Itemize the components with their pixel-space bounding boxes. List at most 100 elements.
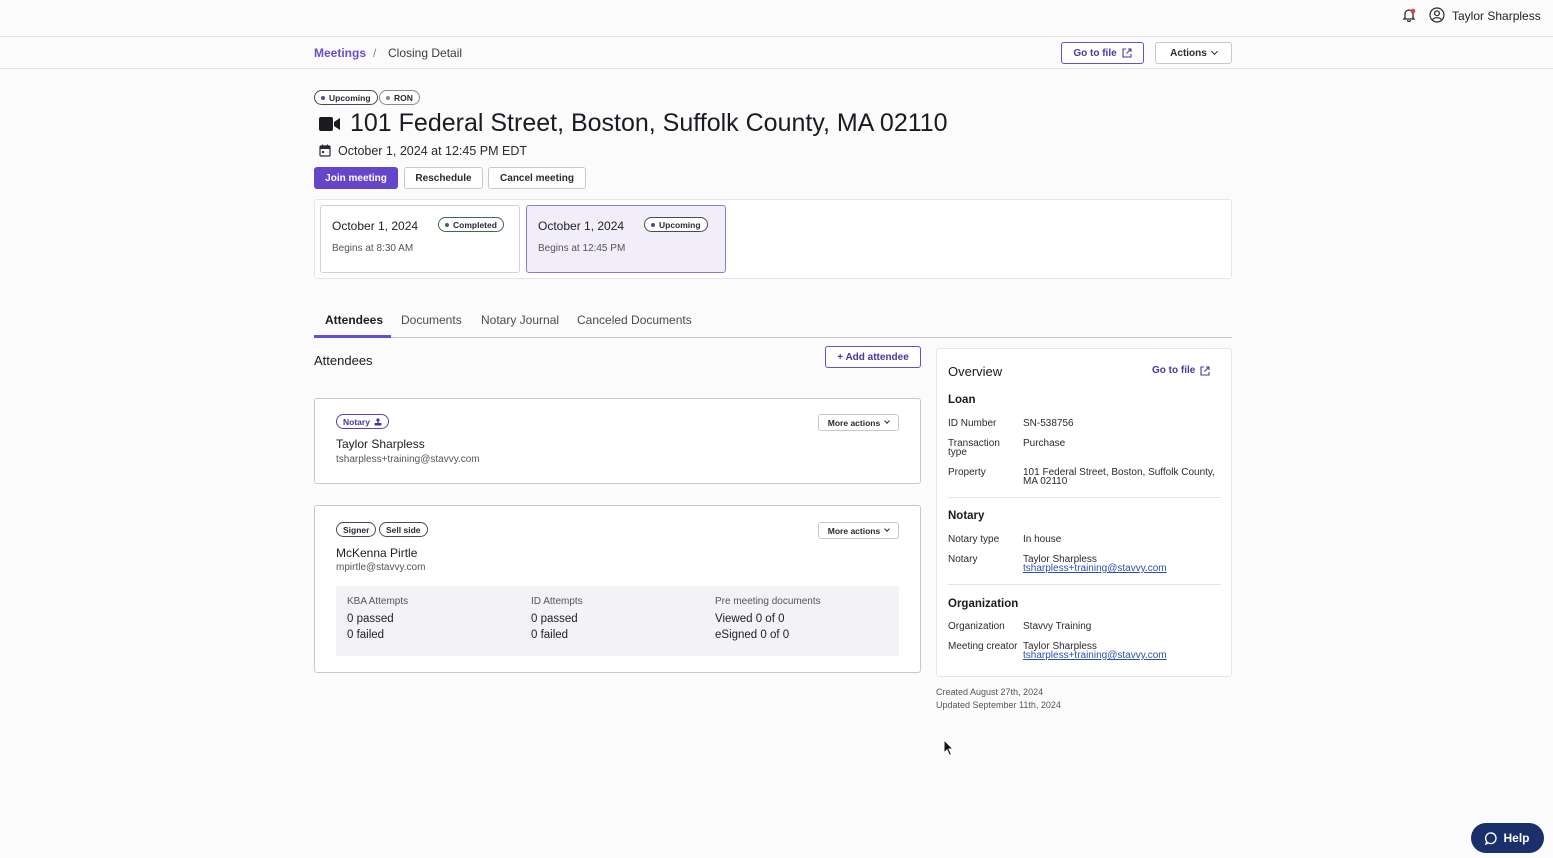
session-card-1[interactable]: October 1, 2024 Completed Begins at 8:30… bbox=[320, 205, 520, 273]
tab-bar: Attendees Documents Notary Journal Cance… bbox=[314, 306, 1232, 338]
attendee-email: mpirtle@stavvy.com bbox=[336, 562, 426, 573]
meeting-creator-value: Taylor Sharpless tsharpless+training@sta… bbox=[1023, 642, 1223, 661]
attendee-name: Taylor Sharpless bbox=[336, 437, 425, 451]
breadcrumb-separator: / bbox=[373, 46, 377, 60]
overview-panel: Overview Go to file Loan ID Number SN-53… bbox=[936, 348, 1232, 677]
divider bbox=[948, 497, 1221, 498]
status-dot-icon bbox=[651, 222, 655, 227]
notary-heading: Notary bbox=[948, 510, 985, 522]
property-value: 101 Federal Street, Boston, Suffolk Coun… bbox=[1023, 467, 1215, 487]
created-date: Created August 27th, 2024 bbox=[936, 687, 1044, 697]
signer-role-badge: Signer bbox=[336, 522, 377, 537]
user-avatar-icon[interactable] bbox=[1429, 7, 1445, 23]
organization-value: Stavvy Training bbox=[1023, 621, 1092, 632]
session-date: October 1, 2024 bbox=[538, 219, 625, 233]
tab-attendees[interactable]: Attendees bbox=[325, 313, 383, 327]
notary-role-label: Notary bbox=[343, 416, 370, 427]
attendee-card-notary: Notary More actions Taylor Sharpless tsh… bbox=[314, 398, 921, 484]
help-label: Help bbox=[1503, 831, 1530, 845]
more-actions-dropdown[interactable]: More actions bbox=[818, 414, 899, 431]
actions-dropdown[interactable]: Actions bbox=[1155, 42, 1232, 64]
tab-documents[interactable]: Documents bbox=[401, 313, 462, 327]
cancel-meeting-button[interactable]: Cancel meeting bbox=[488, 167, 586, 189]
add-attendee-label: + Add attendee bbox=[837, 351, 909, 363]
session-status-badge: Completed bbox=[438, 217, 504, 232]
session-begins: Begins at 12:45 PM bbox=[538, 243, 626, 254]
loan-heading: Loan bbox=[948, 394, 976, 406]
chevron-down-icon bbox=[884, 418, 891, 424]
creator-email-link[interactable]: tsharpless+training@stavvy.com bbox=[1023, 651, 1223, 661]
session-card-2[interactable]: October 1, 2024 Upcoming Begins at 12:45… bbox=[526, 205, 726, 273]
session-status-badge: Upcoming bbox=[644, 217, 708, 232]
notary-type-label: Notary type bbox=[948, 534, 1000, 545]
transaction-type-label: Transaction type bbox=[948, 438, 1000, 458]
overview-go-to-file-link[interactable]: Go to file bbox=[1152, 365, 1210, 376]
external-link-icon bbox=[1122, 48, 1132, 58]
add-attendee-button[interactable]: + Add attendee bbox=[825, 346, 921, 368]
id-number-value: SN-538756 bbox=[1023, 418, 1074, 429]
property-label: Property bbox=[948, 467, 986, 478]
breadcrumb-current: Closing Detail bbox=[388, 46, 463, 60]
chevron-down-icon bbox=[1210, 47, 1218, 56]
meeting-creator-label: Meeting creator bbox=[948, 641, 1018, 652]
status-dot-icon bbox=[321, 95, 325, 100]
session-date: October 1, 2024 bbox=[332, 219, 419, 233]
updated-date: Updated September 11th, 2024 bbox=[936, 700, 1061, 710]
docs-viewed: Viewed 0 of 0 bbox=[715, 613, 785, 625]
organization-heading: Organization bbox=[948, 598, 1019, 610]
chat-bubble-icon bbox=[1485, 831, 1498, 845]
tab-notary-journal[interactable]: Notary Journal bbox=[481, 313, 559, 327]
organization-label: Organization bbox=[948, 621, 1005, 632]
mouse-cursor-icon bbox=[943, 739, 955, 757]
notary-email-link[interactable]: tsharpless+training@stavvy.com bbox=[1023, 564, 1223, 574]
user-name[interactable]: Taylor Sharpless bbox=[1452, 9, 1541, 23]
notary-role-badge: Notary bbox=[336, 414, 389, 429]
id-attempts-label: ID Attempts bbox=[531, 596, 583, 607]
breadcrumb-meetings-link[interactable]: Meetings bbox=[314, 46, 366, 60]
breadcrumb-bar: Meetings / Closing Detail Go to file Act… bbox=[0, 37, 1553, 69]
video-camera-icon bbox=[319, 117, 340, 131]
go-to-file-label: Go to file bbox=[1073, 47, 1117, 59]
divider bbox=[948, 584, 1221, 585]
transaction-type-value: Purchase bbox=[1023, 438, 1066, 449]
chevron-down-icon bbox=[884, 526, 891, 532]
id-failed: 0 failed bbox=[531, 629, 569, 641]
more-actions-dropdown[interactable]: More actions bbox=[818, 522, 899, 539]
sell-side-label: Sell side bbox=[386, 524, 421, 535]
session-status-label: Completed bbox=[453, 219, 497, 230]
status-dot-icon bbox=[445, 222, 449, 227]
join-meeting-button[interactable]: Join meeting bbox=[314, 167, 398, 189]
notary-value: Taylor Sharpless tsharpless+training@sta… bbox=[1023, 555, 1223, 574]
cancel-meeting-label: Cancel meeting bbox=[500, 172, 574, 184]
kba-attempts-label: KBA Attempts bbox=[347, 596, 409, 607]
active-tab-indicator bbox=[314, 335, 391, 338]
notary-type-value: In house bbox=[1023, 534, 1062, 545]
id-passed: 0 passed bbox=[531, 613, 578, 625]
reschedule-button[interactable]: Reschedule bbox=[404, 167, 483, 189]
type-dot-icon bbox=[386, 95, 390, 100]
attendee-name: McKenna Pirtle bbox=[336, 546, 418, 560]
status-badge-label: Upcoming bbox=[329, 92, 371, 103]
more-actions-label: More actions bbox=[827, 525, 881, 536]
reschedule-label: Reschedule bbox=[415, 172, 472, 184]
overview-go-to-file-label: Go to file bbox=[1152, 365, 1196, 376]
signer-stats-panel: KBA Attempts 0 passed 0 failed ID Attemp… bbox=[336, 586, 899, 656]
calendar-icon bbox=[319, 144, 331, 157]
go-to-file-button[interactable]: Go to file bbox=[1061, 42, 1144, 64]
meeting-datetime: October 1, 2024 at 12:45 PM EDT bbox=[338, 144, 527, 158]
help-button[interactable]: Help bbox=[1471, 823, 1544, 853]
top-bar: Taylor Sharpless bbox=[0, 0, 1553, 37]
signer-role-label: Signer bbox=[343, 524, 370, 535]
notification-bell-icon[interactable] bbox=[1402, 8, 1416, 22]
id-number-label: ID Number bbox=[948, 418, 997, 429]
session-status-label: Upcoming bbox=[659, 219, 701, 230]
external-link-icon bbox=[1200, 365, 1210, 376]
sell-side-badge: Sell side bbox=[379, 522, 428, 537]
session-timeline: October 1, 2024 Completed Begins at 8:30… bbox=[314, 199, 1232, 279]
pre-meeting-docs-label: Pre meeting documents bbox=[715, 596, 821, 607]
tab-canceled-documents[interactable]: Canceled Documents bbox=[577, 313, 692, 327]
docs-esigned: eSigned 0 of 0 bbox=[715, 629, 790, 641]
attendees-heading: Attendees bbox=[314, 353, 373, 368]
type-badge-ron: RON bbox=[379, 90, 420, 105]
kba-failed: 0 failed bbox=[347, 629, 385, 641]
